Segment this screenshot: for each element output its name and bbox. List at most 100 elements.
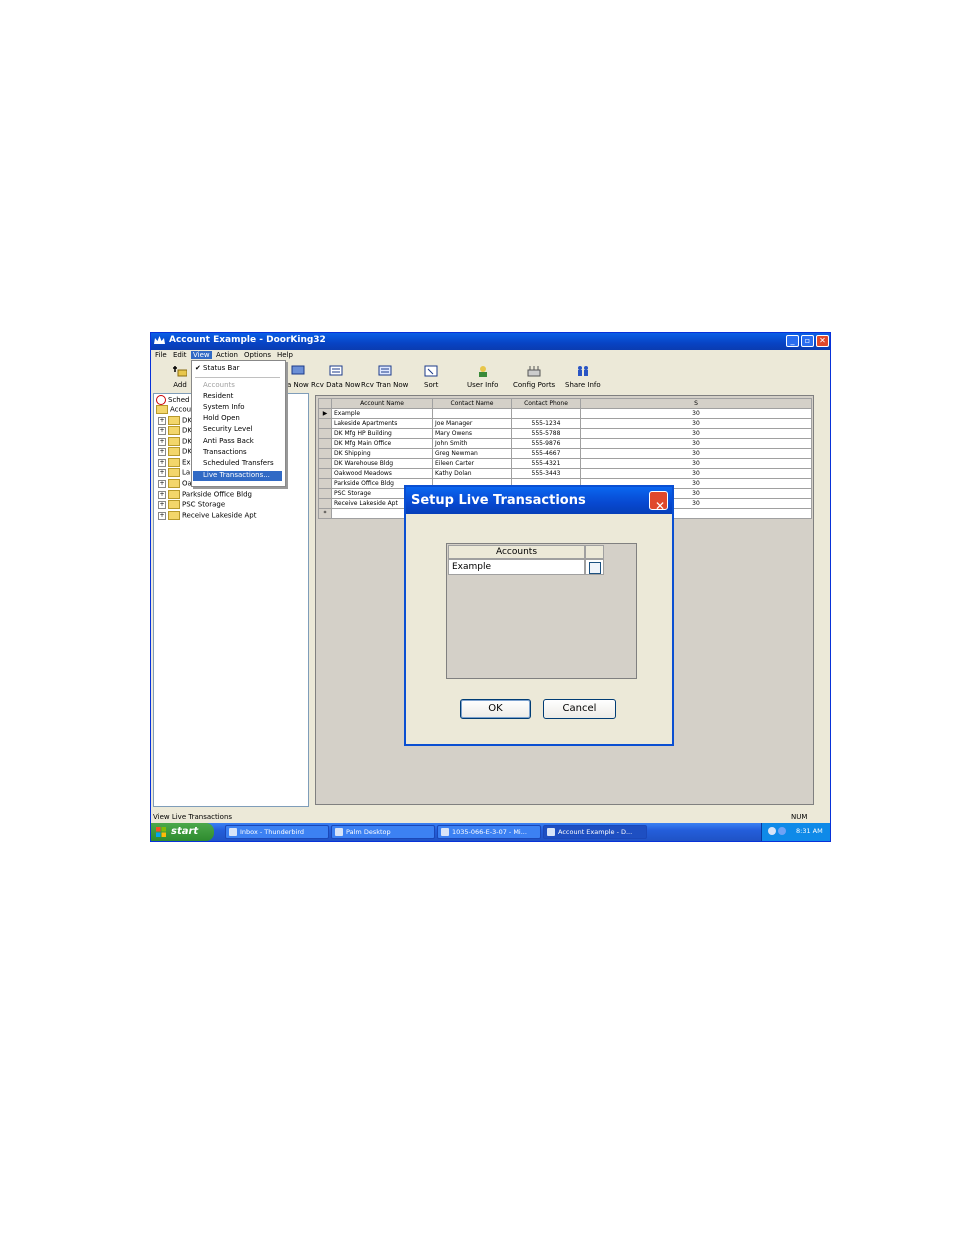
tree-item[interactable]: + Ex bbox=[158, 458, 191, 468]
dialog-close-button[interactable]: ✕ bbox=[649, 491, 668, 513]
cell-s[interactable]: 30 bbox=[580, 468, 812, 479]
cancel-button[interactable]: Cancel bbox=[543, 699, 616, 719]
expand-icon[interactable]: + bbox=[158, 416, 166, 425]
accounts-list[interactable]: Accounts Example bbox=[446, 543, 637, 679]
clock[interactable]: 8:31 AM bbox=[796, 827, 823, 835]
cell-account-name[interactable]: DK Shipping bbox=[331, 448, 433, 459]
cell-account-name[interactable]: Oakwood Meadows bbox=[331, 468, 433, 479]
cell-account-name[interactable]: DK Mfg HP Building bbox=[331, 428, 433, 439]
start-button[interactable]: start bbox=[151, 823, 214, 841]
rcv-tran-now-button[interactable]: Rcv Tran Now bbox=[361, 365, 408, 389]
menu-file[interactable]: File bbox=[153, 351, 169, 359]
cell-contact-name[interactable]: Joe Manager bbox=[432, 418, 512, 429]
tree-item[interactable]: + Oa bbox=[158, 479, 192, 489]
cell-contact-phone[interactable]: 555-4321 bbox=[511, 458, 581, 469]
row-selector[interactable] bbox=[318, 478, 332, 489]
cell-contact-name[interactable]: Mary Owens bbox=[432, 428, 512, 439]
volume-icon[interactable] bbox=[768, 827, 776, 835]
menu-item-scheduled-transfers[interactable]: Scheduled Transfers bbox=[193, 459, 282, 469]
menu-options[interactable]: Options bbox=[242, 351, 273, 359]
title-bar[interactable]: Account Example - DoorKing32 _ ▫ ✕ bbox=[151, 333, 830, 350]
cell-account-name[interactable]: Example bbox=[331, 408, 433, 419]
expand-icon[interactable]: + bbox=[158, 437, 166, 446]
close-button[interactable]: ✕ bbox=[816, 335, 829, 347]
row-selector[interactable] bbox=[318, 448, 332, 459]
network-icon[interactable] bbox=[778, 827, 786, 835]
table-row[interactable]: Oakwood Meadows Kathy Dolan 555-3443 30 bbox=[318, 468, 812, 479]
add-button[interactable]: Add bbox=[173, 365, 187, 389]
tree-item[interactable]: + DK bbox=[158, 437, 192, 447]
sort-button[interactable]: Sort bbox=[424, 365, 438, 389]
cell-contact-phone[interactable]: 555-1234 bbox=[511, 418, 581, 429]
menu-help[interactable]: Help bbox=[275, 351, 295, 359]
tree-item[interactable]: + Parkside Office Bldg bbox=[158, 490, 252, 500]
cell-contact-phone[interactable]: 555-4667 bbox=[511, 448, 581, 459]
cell-s[interactable]: 30 bbox=[580, 408, 812, 419]
cell-contact-phone[interactable] bbox=[511, 408, 581, 419]
maximize-button[interactable]: ▫ bbox=[801, 335, 814, 347]
share-info-button[interactable]: Share Info bbox=[565, 365, 601, 389]
menu-item-hold-open[interactable]: Hold Open bbox=[193, 414, 282, 424]
table-row[interactable]: Lakeside Apartments Joe Manager 555-1234… bbox=[318, 418, 812, 429]
tree-item[interactable]: + Receive Lakeside Apt bbox=[158, 511, 256, 521]
menu-item-resident[interactable]: Resident bbox=[193, 392, 282, 402]
expand-icon[interactable]: + bbox=[158, 426, 166, 435]
cell-contact-phone[interactable]: 555-5788 bbox=[511, 428, 581, 439]
ok-button[interactable]: OK bbox=[460, 699, 531, 719]
expand-icon[interactable]: + bbox=[158, 511, 166, 520]
table-row[interactable]: DK Shipping Greg Newman 555-4667 30 bbox=[318, 448, 812, 459]
row-selector[interactable] bbox=[318, 468, 332, 479]
taskbar-button-thunderbird[interactable]: Inbox - Thunderbird bbox=[225, 825, 329, 839]
tree-item[interactable]: + DK bbox=[158, 447, 192, 457]
table-row[interactable]: DK Mfg HP Building Mary Owens 555-5788 3… bbox=[318, 428, 812, 439]
menu-item-anti-pass-back[interactable]: Anti Pass Back bbox=[193, 437, 282, 447]
menu-action[interactable]: Action bbox=[214, 351, 240, 359]
row-selector[interactable] bbox=[318, 458, 332, 469]
expand-icon[interactable]: + bbox=[158, 490, 166, 499]
tree-item[interactable]: + PSC Storage bbox=[158, 500, 225, 510]
tree-item-accounts[interactable]: Accoun bbox=[156, 405, 196, 415]
row-selector[interactable] bbox=[318, 438, 332, 449]
taskbar-button-palm-desktop[interactable]: Palm Desktop bbox=[331, 825, 435, 839]
cell-s[interactable]: 30 bbox=[580, 448, 812, 459]
cell-s[interactable]: 30 bbox=[580, 428, 812, 439]
cell-contact-name[interactable]: John Smith bbox=[432, 438, 512, 449]
cell-account-name[interactable]: Lakeside Apartments bbox=[331, 418, 433, 429]
cell-contact-name[interactable] bbox=[432, 408, 512, 419]
cell-contact-phone[interactable]: 555-9876 bbox=[511, 438, 581, 449]
dialog-title-bar[interactable]: Setup Live Transactions ✕ bbox=[406, 487, 672, 514]
rcv-data-now-button[interactable]: Rcv Data Now bbox=[311, 365, 360, 389]
expand-icon[interactable]: + bbox=[158, 458, 166, 467]
tree-item-schedule[interactable]: Sched bbox=[156, 395, 189, 405]
table-row[interactable]: DK Mfg Main Office John Smith 555-9876 3… bbox=[318, 438, 812, 449]
row-selector[interactable] bbox=[318, 428, 332, 439]
column-header[interactable]: Account Name bbox=[331, 398, 433, 409]
expand-icon[interactable]: + bbox=[158, 500, 166, 509]
cell-account-name[interactable]: DK Mfg Main Office bbox=[331, 438, 433, 449]
cell-s[interactable]: 30 bbox=[580, 438, 812, 449]
cell-contact-name[interactable]: Eileen Carter bbox=[432, 458, 512, 469]
taskbar-button-word-document[interactable]: 1035-066-E-3-07 - Mi... bbox=[437, 825, 541, 839]
column-header[interactable]: S bbox=[580, 398, 812, 409]
row-selector[interactable] bbox=[318, 498, 332, 509]
menu-item-transactions[interactable]: Transactions bbox=[193, 448, 282, 458]
table-row[interactable]: ▶ Example 30 bbox=[318, 408, 812, 419]
send-data-now-button[interactable]: a Now bbox=[287, 365, 309, 389]
column-header[interactable]: Contact Name bbox=[432, 398, 512, 409]
menu-edit[interactable]: Edit bbox=[171, 351, 189, 359]
account-checkbox[interactable] bbox=[589, 562, 601, 574]
cell-s[interactable]: 30 bbox=[580, 418, 812, 429]
menu-item-live-transactions[interactable]: Live Transactions... bbox=[193, 471, 282, 481]
cell-contact-phone[interactable]: 555-3443 bbox=[511, 468, 581, 479]
tree-item[interactable]: + DK bbox=[158, 426, 192, 436]
tree-item[interactable]: + La bbox=[158, 468, 190, 478]
cell-contact-name[interactable]: Kathy Dolan bbox=[432, 468, 512, 479]
menu-item-status-bar[interactable]: ✔ Status Bar bbox=[193, 364, 282, 374]
user-info-button[interactable]: User Info bbox=[467, 365, 498, 389]
menu-item-security-level[interactable]: Security Level bbox=[193, 425, 282, 435]
tree-item[interactable]: + DK bbox=[158, 416, 192, 426]
expand-icon[interactable]: + bbox=[158, 468, 166, 477]
row-selector[interactable] bbox=[318, 488, 332, 499]
list-item[interactable]: Example bbox=[448, 559, 585, 575]
table-row[interactable]: DK Warehouse Bldg Eileen Carter 555-4321… bbox=[318, 458, 812, 469]
